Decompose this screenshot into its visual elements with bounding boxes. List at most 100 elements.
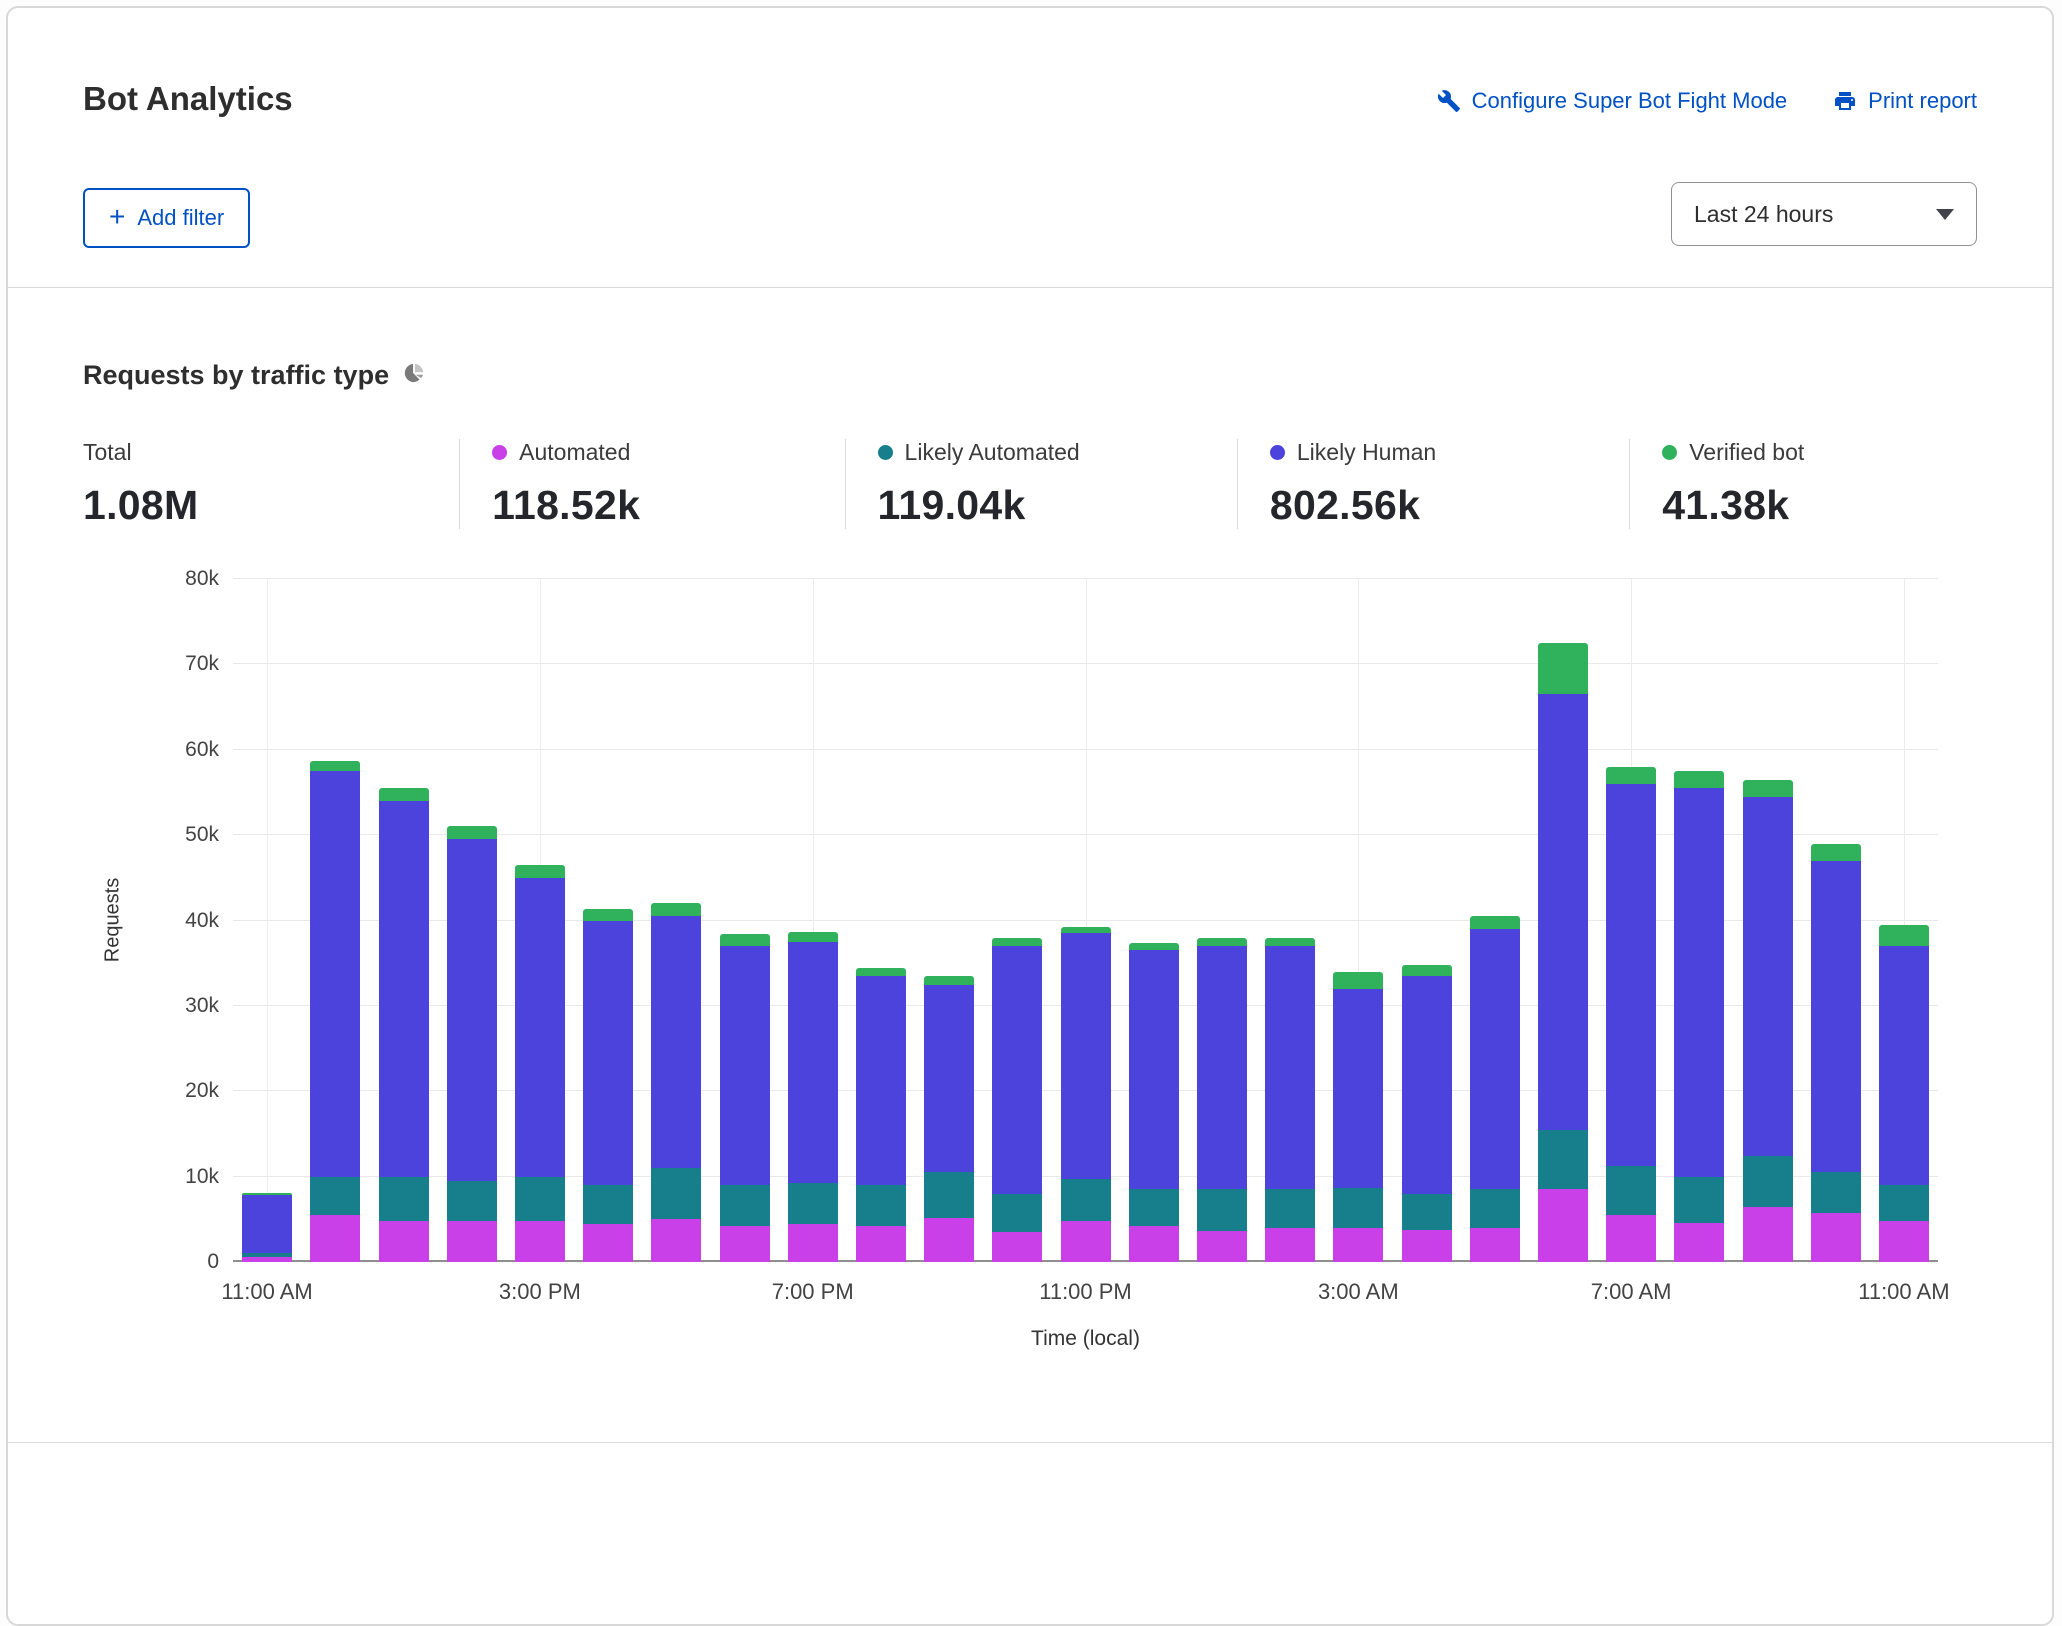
bar-segment-likely-automated xyxy=(1538,1130,1588,1190)
bar-segment-verified-bot xyxy=(1606,767,1656,784)
y-tick-label: 10k xyxy=(185,1165,219,1189)
bar-segment-automated xyxy=(1197,1231,1247,1262)
bar-segment-likely-automated xyxy=(1811,1172,1861,1213)
bar-segment-likely-automated xyxy=(924,1172,974,1217)
bar-segment-verified-bot xyxy=(1743,780,1793,797)
stat-label: Verified bot xyxy=(1689,439,1804,466)
stat-label: Automated xyxy=(519,439,630,466)
bar-segment-likely-automated xyxy=(1879,1185,1929,1221)
bar-segment-automated xyxy=(1265,1228,1315,1262)
stacked-bar[interactable] xyxy=(1674,579,1724,1262)
bar-segment-likely-human xyxy=(379,801,429,1177)
bar-segment-likely-automated xyxy=(447,1181,497,1221)
bar-segment-likely-automated xyxy=(1402,1194,1452,1230)
bar-segment-likely-human xyxy=(1061,933,1111,1179)
stacked-bar[interactable] xyxy=(1333,579,1383,1262)
stat-value: 802.56k xyxy=(1270,482,1599,529)
requests-chart: Requests 010k20k30k40k50k60k70k80k 11:00… xyxy=(83,579,1977,1379)
stat-verified-bot: Verified bot 41.38k xyxy=(1629,439,1977,529)
bar-segment-automated xyxy=(856,1226,906,1262)
stats-row: Total1.08MAutomated118.52kLikely Automat… xyxy=(83,439,1977,529)
bar-segment-likely-automated xyxy=(1674,1177,1724,1223)
y-tick-label: 30k xyxy=(185,994,219,1018)
stacked-bar[interactable] xyxy=(447,579,497,1262)
time-range-value: Last 24 hours xyxy=(1694,201,1833,228)
y-tick-label: 20k xyxy=(185,1079,219,1103)
bar-segment-likely-human xyxy=(583,921,633,1186)
stacked-bar[interactable] xyxy=(379,579,429,1262)
plot-area xyxy=(233,579,1938,1262)
bar-segment-likely-automated xyxy=(1061,1179,1111,1221)
stacked-bar[interactable] xyxy=(1402,579,1452,1262)
stacked-bar[interactable] xyxy=(310,579,360,1262)
stacked-bar[interactable] xyxy=(242,579,292,1262)
stacked-bar[interactable] xyxy=(1470,579,1520,1262)
bar-segment-likely-automated xyxy=(856,1185,906,1226)
header-links: Configure Super Bot Fight Mode Print rep… xyxy=(1437,88,1977,114)
configure-super-bot-fight-mode-link[interactable]: Configure Super Bot Fight Mode xyxy=(1437,88,1788,114)
stacked-bar[interactable] xyxy=(1197,579,1247,1262)
stacked-bar[interactable] xyxy=(992,579,1042,1262)
bar-segment-automated xyxy=(1061,1221,1111,1262)
bar-segment-automated xyxy=(1402,1230,1452,1262)
bar-segment-likely-human xyxy=(1333,989,1383,1188)
x-tick-label: 11:00 AM xyxy=(221,1279,312,1305)
bar-segment-likely-automated xyxy=(1129,1189,1179,1227)
stat-label: Total xyxy=(83,439,132,466)
bar-segment-likely-automated xyxy=(1470,1189,1520,1227)
bar-segment-automated xyxy=(992,1232,1042,1262)
x-tick-label: 3:00 PM xyxy=(499,1279,581,1305)
print-link-label: Print report xyxy=(1868,88,1977,114)
bar-segment-automated xyxy=(1811,1213,1861,1262)
bar-segment-automated xyxy=(1333,1228,1383,1262)
stacked-bar[interactable] xyxy=(924,579,974,1262)
bar-segment-verified-bot xyxy=(1402,965,1452,976)
bar-segment-automated xyxy=(1129,1226,1179,1262)
stacked-bar[interactable] xyxy=(515,579,565,1262)
bar-segment-likely-human xyxy=(720,946,770,1185)
stacked-bar[interactable] xyxy=(1265,579,1315,1262)
bar-segment-verified-bot xyxy=(992,938,1042,946)
bar-segment-likely-human xyxy=(788,942,838,1184)
bar-segment-likely-human xyxy=(856,976,906,1185)
plus-icon: + xyxy=(109,203,125,231)
stat-likely-automated: Likely Automated119.04k xyxy=(845,439,1237,529)
add-filter-label: Add filter xyxy=(137,205,224,231)
stacked-bar[interactable] xyxy=(1743,579,1793,1262)
bar-segment-likely-human xyxy=(1197,946,1247,1188)
stacked-bar[interactable] xyxy=(583,579,633,1262)
y-tick-label: 0 xyxy=(207,1250,219,1274)
bar-segment-likely-automated xyxy=(1197,1189,1247,1232)
bar-segment-likely-human xyxy=(515,878,565,1177)
stat-value: 41.38k xyxy=(1662,482,1947,529)
bar-segment-likely-human xyxy=(1538,694,1588,1129)
bar-segment-likely-automated xyxy=(992,1194,1042,1232)
bar-segment-verified-bot xyxy=(1333,972,1383,989)
print-report-link[interactable]: Print report xyxy=(1833,88,1977,114)
x-axis-title: Time (local) xyxy=(233,1327,1938,1351)
stacked-bar[interactable] xyxy=(1538,579,1588,1262)
stacked-bar[interactable] xyxy=(788,579,838,1262)
bar-segment-verified-bot xyxy=(651,903,701,916)
add-filter-button[interactable]: + Add filter xyxy=(83,188,250,248)
stacked-bar[interactable] xyxy=(856,579,906,1262)
stacked-bar[interactable] xyxy=(1811,579,1861,1262)
stat-label: Likely Automated xyxy=(905,439,1080,466)
stat-likely-human: Likely Human802.56k xyxy=(1237,439,1629,529)
bar-segment-automated xyxy=(651,1219,701,1262)
stacked-bar[interactable] xyxy=(1061,579,1111,1262)
time-range-select[interactable]: Last 24 hours xyxy=(1671,182,1977,246)
y-tick-label: 70k xyxy=(185,652,219,676)
stacked-bar[interactable] xyxy=(651,579,701,1262)
page-title: Bot Analytics xyxy=(83,80,293,118)
stacked-bar[interactable] xyxy=(1129,579,1179,1262)
bar-segment-automated xyxy=(379,1221,429,1262)
bar-segment-verified-bot xyxy=(447,826,497,840)
pie-chart-icon xyxy=(403,362,425,389)
bar-segment-verified-bot xyxy=(924,976,974,985)
stacked-bar[interactable] xyxy=(1606,579,1656,1262)
bar-segment-likely-human xyxy=(1402,976,1452,1194)
stacked-bar[interactable] xyxy=(1879,579,1929,1262)
stacked-bar[interactable] xyxy=(720,579,770,1262)
bar-segment-likely-human xyxy=(1879,946,1929,1185)
